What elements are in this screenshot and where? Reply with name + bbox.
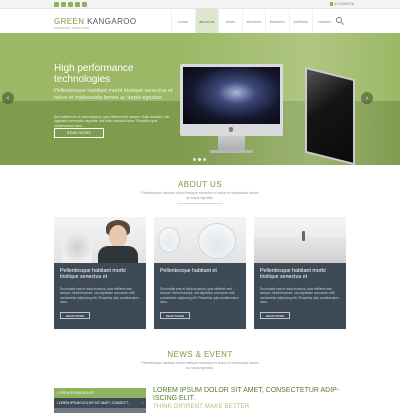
woman-face [109,225,127,247]
woman-body [98,246,138,263]
social-links [54,2,87,7]
slider-dot[interactable] [198,158,201,161]
card-body: Pellentesque habitant morbi tristique se… [54,263,146,329]
nav-item-home[interactable]: home [171,9,195,33]
card-text: Sed mattis erat et nulla euismod, quis e… [160,287,239,305]
card-title: Pellentesque habitant morbi tristique se… [260,268,326,280]
card-text: Sed mattis erat et nulla euismod, quis e… [60,287,139,305]
slider-pagination [193,158,206,161]
card-title: Pellentesque habitant et [160,268,217,274]
hero-subtitle: Pellentesque habitant morbi tristique se… [54,88,173,101]
phone-number: 012345678 [334,1,355,6]
glass-bowl-large [198,223,236,259]
glass-bowl-small [158,227,180,253]
card-title: Pellentesque habitant morbi tristique se… [60,268,126,280]
news-item[interactable]: LOREM IPSUM DOLOR SIT AMET, CONSECT... › [54,398,146,408]
site-header: GREEN KANGAROO PREMIUM TEMPLATE home abou… [0,9,400,33]
news-item-active[interactable]: LOREM IPSUM DOLOR [54,388,146,398]
phone-contact: 012345678 [330,1,354,6]
hero-read-more-button[interactable]: READ MORE [54,128,104,138]
nav-item-services[interactable]: services [241,9,266,33]
nav-item-features[interactable]: features [265,9,289,33]
imac-side-image [297,66,357,165]
news-accordion: LOREM IPSUM DOLOR LOREM IPSUM DOLOR SIT … [54,388,146,413]
about-card: Pellentesque habitant et Sed mattis erat… [154,217,246,329]
section-divider [177,203,223,204]
card-text: Sed mattis erat et nulla euismod, quis e… [260,287,339,305]
imac-base [210,150,253,153]
news-headline: LOREM IPSUM DOLOR SIT AMET, CONSECTETUR … [153,387,340,402]
card-image-glass-bowls [154,217,246,263]
dribbble-icon[interactable] [82,2,87,7]
imac-screen [183,67,280,124]
hero-title: High performance technologies [54,63,134,85]
logo-word-dark: KANGAROO [84,17,137,26]
logo-word-green: GREEN [54,17,85,26]
google-plus-icon[interactable] [68,2,73,7]
main-nav: home about us news services features portfoli… [171,9,336,33]
slider-prev-button[interactable]: ‹ [2,92,14,104]
about-intro: Pellentesque habitant morbi tristique se… [141,191,259,200]
about-card: Pellentesque habitant morbi tristique se… [254,217,346,329]
news-tagline: THINK DIFIRENT MAKE BETTER [153,404,250,410]
card-image-beach [254,217,346,263]
chevron-right-icon: › [141,401,143,405]
hero-slider: High performance technologies Pellentesq… [0,33,400,165]
slider-dot[interactable] [203,158,206,161]
card-read-more-button[interactable]: READ MORE [160,312,190,319]
card-image-woman [54,217,146,263]
news-intro: Pellentesque habitant morbi tristique se… [141,361,259,370]
person-silhouette [302,231,305,241]
card-read-more-button[interactable]: READ MORE [60,312,90,319]
chevron-right-icon: › [365,94,369,102]
logo[interactable]: GREEN KANGAROO [54,17,137,26]
news-item[interactable] [54,408,146,413]
card-body: Pellentesque habitant morbi tristique se… [254,263,346,329]
chevron-left-icon: ‹ [6,94,10,102]
imac-side-screen [305,66,355,165]
nav-item-about-us[interactable]: about us [194,9,218,33]
nav-item-news[interactable]: news [218,9,242,33]
slider-next-button[interactable]: › [361,92,373,104]
phone-icon [330,1,333,6]
logo-subtitle: PREMIUM TEMPLATE [54,26,90,30]
news-item-label: LOREM IPSUM DOLOR SIT AMET, CONSECT... [57,401,131,405]
apple-logo-icon [229,127,233,132]
card-body: Pellentesque habitant et Sed mattis erat… [154,263,246,329]
hero-description: Sed mattis erat et nulla euismod, quis e… [54,115,170,128]
nav-item-contact[interactable]: contact [312,9,336,33]
facebook-icon[interactable] [54,2,59,7]
news-heading: NEWS & EVENT [167,350,233,359]
imac-front-image [180,64,283,165]
background-people [62,231,92,263]
about-heading: ABOUT US [178,180,222,189]
about-card: Pellentesque habitant morbi tristique se… [54,217,146,329]
card-read-more-button[interactable]: READ MORE [260,312,290,319]
sea-horizon [254,237,346,263]
pinterest-icon[interactable] [75,2,80,7]
twitter-icon[interactable] [61,2,66,7]
top-bar: 012345678 [0,0,400,9]
news-item-label: LOREM IPSUM DOLOR [57,391,94,395]
slider-dot[interactable] [193,158,196,161]
nav-item-portfolio[interactable]: portfolio [288,9,313,33]
search-icon[interactable] [336,17,342,23]
